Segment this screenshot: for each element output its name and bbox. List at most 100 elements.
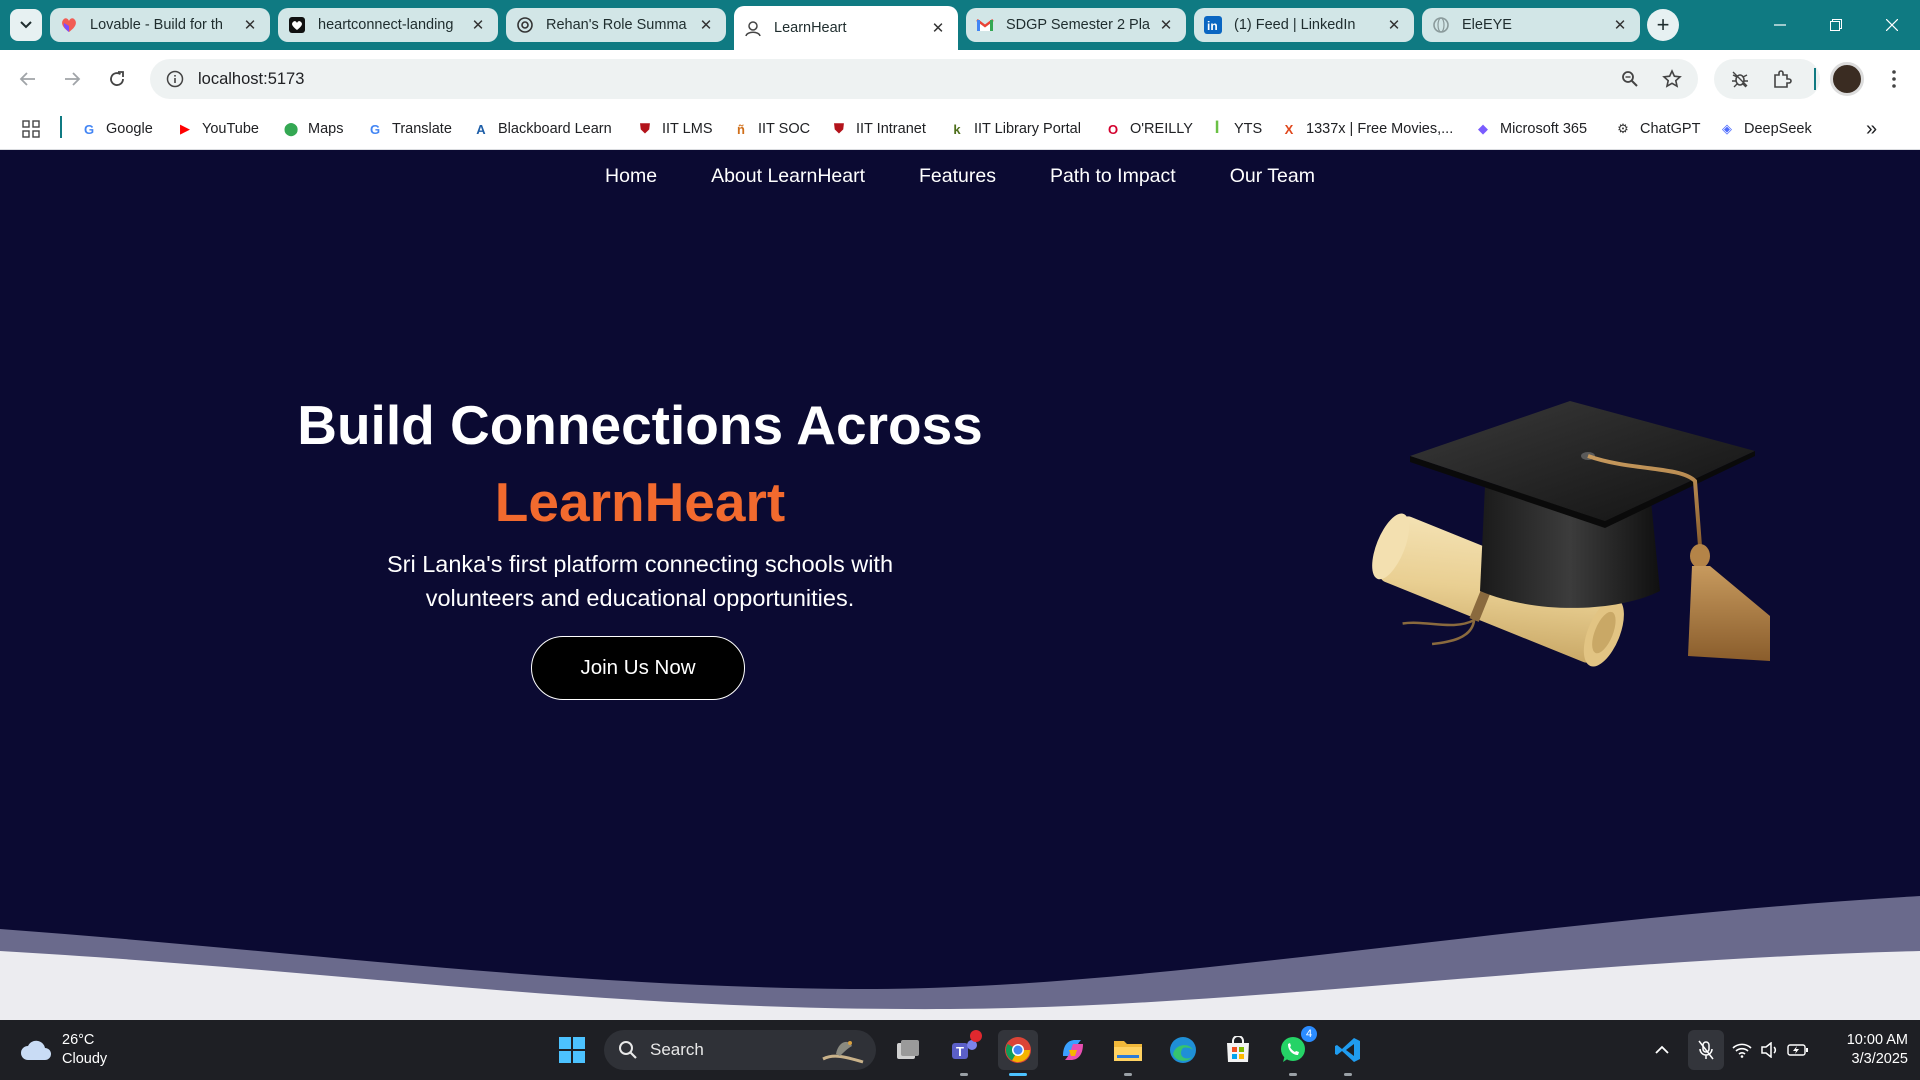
browser-menu-button[interactable] <box>1880 64 1908 94</box>
join-us-button[interactable]: Join Us Now <box>531 636 745 700</box>
site-info-icon[interactable] <box>162 66 188 92</box>
bookmark-item[interactable]: G Google <box>80 118 153 140</box>
zoom-icon[interactable] <box>1618 67 1642 91</box>
tab-sdgp[interactable]: SDGP Semester 2 Pla ✕ <box>966 8 1186 42</box>
close-icon[interactable]: ✕ <box>240 15 260 35</box>
tab-eleeye[interactable]: EleEYE ✕ <box>1422 8 1640 42</box>
lovable-heart-icon <box>60 16 78 34</box>
weather-temp: 26°C <box>62 1032 95 1048</box>
tab-learnheart[interactable]: LearnHeart ✕ <box>734 6 958 50</box>
close-icon[interactable]: ✕ <box>1384 15 1404 35</box>
more-vertical-icon <box>1892 70 1896 88</box>
close-icon[interactable]: ✕ <box>1156 15 1176 35</box>
tab-linkedin[interactable]: in (1) Feed | LinkedIn ✕ <box>1194 8 1414 42</box>
oreilly-icon: O <box>1107 121 1119 137</box>
nav-our-team[interactable]: Our Team <box>1230 165 1315 188</box>
svg-text:in: in <box>1207 19 1218 33</box>
notification-dot <box>970 1030 982 1042</box>
tab-search-button[interactable] <box>10 9 42 41</box>
bookmark-item[interactable]: A Blackboard Learn <box>472 118 611 140</box>
chrome-button[interactable] <box>998 1030 1038 1076</box>
nav-about[interactable]: About LearnHeart <box>711 165 865 188</box>
task-view-button[interactable] <box>888 1030 928 1070</box>
bookmark-label: O'REILLY <box>1130 121 1193 137</box>
nav-home[interactable]: Home <box>605 165 657 188</box>
close-icon[interactable]: ✕ <box>928 18 948 38</box>
battery-charging-icon <box>1787 1044 1808 1056</box>
bookmark-item[interactable]: ꟾ YTS <box>1208 118 1263 140</box>
bookmark-item[interactable]: ⛊ IIT LMS <box>636 118 712 140</box>
volume-icon <box>1761 1042 1777 1058</box>
weather-condition: Cloudy <box>62 1051 108 1067</box>
tab-strip: Lovable - Build for th ✕ heartconnect-la… <box>0 0 1920 50</box>
new-tab-button[interactable]: + <box>1647 9 1679 41</box>
chevron-up-icon <box>1655 1045 1669 1054</box>
bookmark-label: 1337x | Free Movies,... <box>1306 121 1454 137</box>
microsoft-store-button[interactable] <box>1218 1030 1258 1070</box>
bookmark-item[interactable]: O O'REILLY <box>1104 118 1193 140</box>
close-icon[interactable]: ✕ <box>1610 15 1630 35</box>
search-label: Search <box>650 1040 704 1059</box>
bookmark-item[interactable]: G Translate <box>366 118 452 140</box>
tab-heartconnect[interactable]: heartconnect-landing ✕ <box>278 8 498 42</box>
yts-icon: ꟾ <box>1214 121 1220 136</box>
vscode-button[interactable] <box>1328 1030 1368 1076</box>
wave-divider <box>0 896 1920 1020</box>
restore-button[interactable] <box>1808 0 1864 50</box>
microphone-muted-button[interactable] <box>1688 1030 1724 1070</box>
taskbar-search[interactable]: Search <box>604 1030 876 1070</box>
google-icon: G <box>83 121 95 137</box>
running-indicator <box>960 1073 968 1076</box>
whatsapp-button[interactable]: 4 <box>1273 1026 1317 1076</box>
teams-button[interactable]: T <box>944 1030 984 1076</box>
bookmark-item[interactable]: ñ IIT SOC <box>732 118 810 140</box>
wifi-button[interactable] <box>1728 1035 1756 1065</box>
start-button[interactable] <box>552 1030 592 1070</box>
reload-button[interactable] <box>102 64 132 94</box>
bug-extension-icon[interactable] <box>1728 67 1752 91</box>
bookmark-item[interactable]: ⬤ Maps <box>282 118 344 140</box>
bookmarks-overflow-chevron-icon[interactable]: » <box>1866 118 1877 140</box>
bookmark-item[interactable]: ◆ Microsoft 365 <box>1474 118 1587 140</box>
weather-widget[interactable]: 26°C Cloudy <box>20 1029 107 1071</box>
bookmark-label: IIT Library Portal <box>974 121 1081 137</box>
file-explorer-button[interactable] <box>1108 1030 1148 1076</box>
system-clock[interactable]: 10:00 AM 3/3/2025 <box>1816 1031 1908 1069</box>
extensions-puzzle-icon[interactable] <box>1770 67 1794 91</box>
cloud-icon <box>21 1040 51 1060</box>
bookmark-item[interactable]: ◈ DeepSeek <box>1718 118 1812 140</box>
battery-button[interactable] <box>1784 1035 1812 1065</box>
tray-overflow-button[interactable] <box>1648 1035 1676 1065</box>
minimize-button[interactable] <box>1752 0 1808 50</box>
close-icon[interactable]: ✕ <box>468 15 488 35</box>
profile-avatar[interactable] <box>1830 62 1864 96</box>
tab-label: Lovable - Build for th <box>90 17 223 33</box>
bookmark-item[interactable]: X 1337x | Free Movies,... <box>1280 118 1454 140</box>
bookmark-star-icon[interactable] <box>1660 67 1684 91</box>
url-text[interactable]: localhost:5173 <box>198 70 304 89</box>
address-bar[interactable]: localhost:5173 <box>150 59 1698 99</box>
nav-path-to-impact[interactable]: Path to Impact <box>1050 165 1176 188</box>
close-icon[interactable]: ✕ <box>696 15 716 35</box>
bookmark-label: ChatGPT <box>1640 121 1701 137</box>
bookmark-item[interactable]: k IIT Library Portal <box>948 118 1081 140</box>
bookmark-item[interactable]: ▶ YouTube <box>176 118 259 140</box>
bookmark-label: IIT SOC <box>758 121 811 137</box>
bookmark-item[interactable]: ⚙ ChatGPT <box>1614 118 1700 140</box>
apps-button[interactable] <box>22 118 40 140</box>
edge-button[interactable] <box>1163 1030 1203 1070</box>
tab-lovable[interactable]: Lovable - Build for th ✕ <box>50 8 270 42</box>
bookmark-label: Maps <box>308 121 344 137</box>
bookmark-label: YTS <box>1234 121 1263 137</box>
m365-icon: ◆ <box>1478 121 1488 136</box>
bookmark-item[interactable]: ⛊ IIT Intranet <box>830 118 926 140</box>
close-window-button[interactable] <box>1864 0 1920 50</box>
back-button[interactable] <box>13 64 43 94</box>
globe-icon <box>1432 16 1450 34</box>
copilot-button[interactable] <box>1053 1030 1093 1070</box>
tab-rehans-role[interactable]: Rehan's Role Summa ✕ <box>506 8 726 42</box>
nav-features[interactable]: Features <box>919 165 996 188</box>
browser-toolbar: localhost:5173 <box>0 50 1920 108</box>
forward-button[interactable] <box>57 64 87 94</box>
volume-button[interactable] <box>1756 1035 1784 1065</box>
